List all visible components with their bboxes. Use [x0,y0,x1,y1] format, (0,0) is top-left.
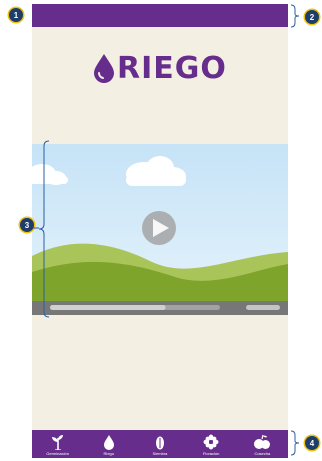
sprout-icon [51,435,63,450]
bottom-navigation: Germinación Riego Siembra Floración Cose… [32,430,288,458]
app-logo: RIEGO [32,48,288,88]
nav-item-floracion[interactable]: Floración [188,434,234,456]
annotation-marker: 1 [9,8,23,22]
video-player[interactable] [32,144,288,315]
annotation-bracket [38,140,50,318]
app-screen: RIEGO Germinación Riego Siembra Floració… [32,4,288,458]
nav-label: Siembra [152,451,168,456]
annotation-marker: 3 [20,218,34,232]
play-button[interactable] [142,211,176,245]
nav-label: Germinación [46,451,69,456]
volume-slider[interactable] [246,305,280,310]
logo-text: RIEGO [117,50,227,86]
annotation-marker: 2 [305,10,319,24]
annotation-leader-line [33,227,39,229]
video-progress-fill [50,305,166,310]
nav-item-germinacion[interactable]: Germinación [35,434,81,456]
water-drop-icon [103,435,114,450]
annotation-marker: 4 [305,436,319,450]
nav-label: Riego [103,451,114,456]
nav-label: Cosecha [254,451,271,456]
annotation-bracket [290,4,300,28]
nav-item-cosecha[interactable]: Cosecha [239,434,285,456]
flower-icon [203,434,219,450]
nav-item-riego[interactable]: Riego [86,434,132,456]
annotation-bracket [290,430,300,456]
status-bar [32,4,288,27]
nav-label: Floración [202,451,220,456]
seed-icon [155,436,164,450]
water-drop-icon [94,54,115,83]
nav-item-siembra[interactable]: Siembra [137,434,183,456]
fruit-icon [254,434,271,449]
